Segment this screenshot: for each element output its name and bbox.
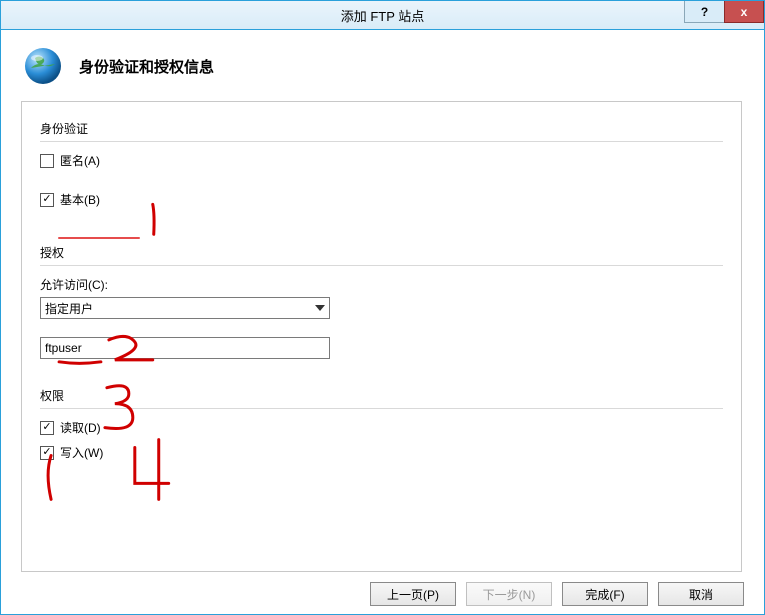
dialog-window: 添加 FTP 站点 ? x 身份验证和授权信息 (0, 0, 765, 615)
basic-label: 基本(B) (60, 191, 100, 208)
auth-section: 身份验证 匿名(A) 基本(B) (40, 120, 723, 208)
allow-access-select[interactable]: 指定用户 (40, 297, 330, 319)
content-panel: 身份验证 匿名(A) 基本(B) 授权 允许访问(C): 指定用户 (21, 101, 742, 572)
auth-section-title: 身份验证 (40, 120, 723, 137)
allow-access-label: 允许访问(C): (40, 276, 723, 293)
anonymous-label: 匿名(A) (60, 152, 100, 169)
globe-icon (23, 46, 63, 86)
dialog-header: 身份验证和授权信息 (1, 30, 764, 96)
annotation-underline (58, 237, 140, 239)
read-checkbox[interactable] (40, 421, 54, 435)
write-label: 写入(W) (60, 444, 103, 461)
permissions-section: 权限 读取(D) 写入(W) (40, 387, 723, 461)
prev-button[interactable]: 上一页(P) (370, 582, 456, 606)
close-button[interactable]: x (724, 1, 764, 23)
user-input[interactable]: ftpuser (40, 337, 330, 359)
permissions-section-title: 权限 (40, 387, 723, 404)
finish-button[interactable]: 完成(F) (562, 582, 648, 606)
divider (40, 141, 723, 142)
anonymous-checkbox-row[interactable]: 匿名(A) (40, 152, 723, 169)
window-title: 添加 FTP 站点 (341, 6, 425, 25)
anonymous-checkbox[interactable] (40, 154, 54, 168)
cancel-button[interactable]: 取消 (658, 582, 744, 606)
read-checkbox-row[interactable]: 读取(D) (40, 419, 723, 436)
window-controls: ? x (684, 1, 764, 29)
footer: 上一页(P) 下一步(N) 完成(F) 取消 (1, 574, 764, 614)
titlebar: 添加 FTP 站点 ? x (1, 1, 764, 30)
user-input-value: ftpuser (45, 341, 82, 355)
write-checkbox-row[interactable]: 写入(W) (40, 444, 723, 461)
allow-access-value: 指定用户 (45, 300, 93, 317)
authorization-section: 授权 允许访问(C): 指定用户 ftpuser (40, 244, 723, 359)
authorization-section-title: 授权 (40, 244, 723, 261)
divider (40, 265, 723, 266)
divider (40, 408, 723, 409)
page-title: 身份验证和授权信息 (79, 56, 214, 77)
help-button[interactable]: ? (684, 1, 724, 23)
write-checkbox[interactable] (40, 446, 54, 460)
read-label: 读取(D) (60, 419, 101, 436)
chevron-down-icon (311, 298, 329, 318)
basic-checkbox[interactable] (40, 193, 54, 207)
next-button: 下一步(N) (466, 582, 552, 606)
basic-checkbox-row[interactable]: 基本(B) (40, 191, 723, 208)
